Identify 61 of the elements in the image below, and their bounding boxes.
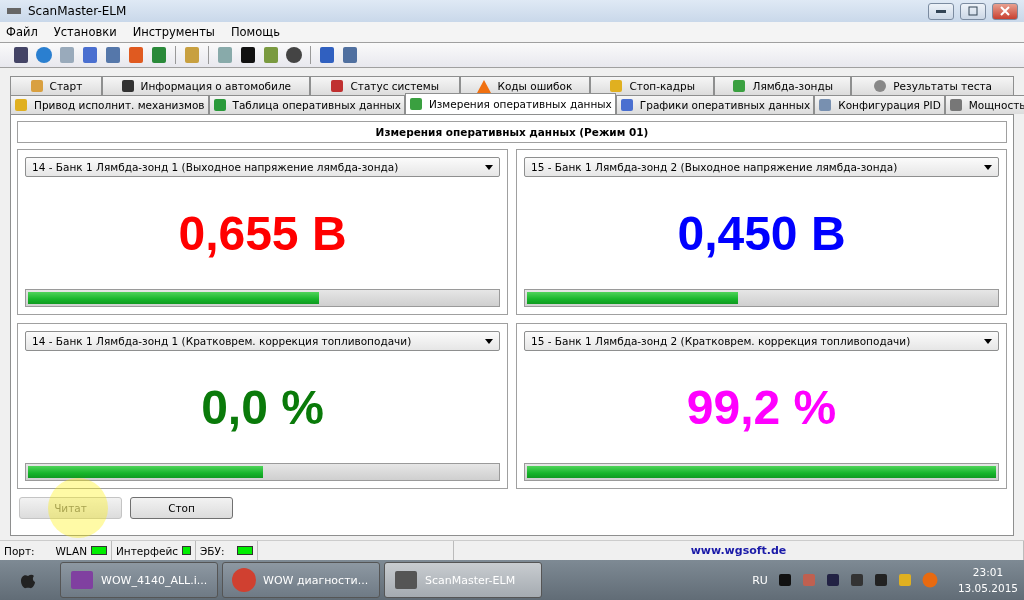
tab-label: Лямбда-зонды xyxy=(752,80,833,92)
tab-label: Статус системы xyxy=(350,80,439,92)
tab-label: Измерения оперативных данных xyxy=(428,98,612,110)
website-link[interactable]: www.wgsoft.de xyxy=(690,544,787,557)
clock-date: 13.05.2015 xyxy=(957,582,1018,594)
panel-title: Измерения оперативных данных (Режим 01) xyxy=(17,121,1007,143)
restore-button[interactable] xyxy=(960,2,986,20)
tab[interactable]: Таблица оперативных данных xyxy=(208,95,405,114)
status-label: ЭБУ: xyxy=(200,544,226,557)
taskbar-button[interactable]: WOW диагности... xyxy=(222,562,380,598)
reading-value: 0,655 В xyxy=(178,205,347,261)
tab-label: Таблица оперативных данных xyxy=(232,99,401,111)
menu-item[interactable]: Помощь xyxy=(230,25,280,39)
tab[interactable]: Лямбда-зонды xyxy=(714,76,852,95)
tab[interactable]: Измерения оперативных данных xyxy=(404,93,616,114)
sensor-dropdown[interactable]: 15 - Банк 1 Лямбда-зонд 2 (Выходное напряжение лямбда-зонда) xyxy=(524,157,999,177)
caret-icon xyxy=(984,338,992,344)
tab[interactable]: Привод исполнит. механизмов xyxy=(10,95,209,114)
reading-value: 0,450 В xyxy=(677,205,846,261)
globe-icon[interactable] xyxy=(35,46,53,64)
sensor-dropdown[interactable]: 14 - Банк 1 Лямбда-зонд 1 (Кратковрем. коррекция топливоподачи) xyxy=(25,331,500,351)
action-button[interactable]: Стоп xyxy=(130,497,233,519)
close-icon xyxy=(1000,6,1010,16)
tab-label: Конфигурация PID xyxy=(838,99,941,111)
tab[interactable]: Конфигурация PID xyxy=(814,95,945,114)
caret-icon xyxy=(984,164,992,170)
sensor-dropdown[interactable]: 15 - Банк 1 Лямбда-зонд 2 (Кратковрем. коррекция топливоподачи) xyxy=(524,331,999,351)
close-button[interactable] xyxy=(992,2,1018,20)
caret-icon xyxy=(485,338,493,344)
tab-label: Старт xyxy=(49,80,83,92)
status-label: WLAN xyxy=(55,544,87,557)
tab[interactable]: Статус системы xyxy=(309,76,460,95)
menu-item[interactable]: Файл xyxy=(6,25,38,39)
caret-icon xyxy=(485,164,493,170)
tab[interactable]: Информация о автомобиле xyxy=(101,76,310,95)
minimize-icon xyxy=(936,9,946,13)
tab[interactable]: Результаты теста xyxy=(851,76,1014,95)
tab-label: Результаты теста xyxy=(893,80,992,92)
menu-item[interactable]: Инструменты xyxy=(132,25,215,39)
tab-label: Графики оперативных данных xyxy=(639,99,811,111)
tab-label: Информация о автомобиле xyxy=(140,80,292,92)
tab[interactable]: Стоп-кадры xyxy=(590,76,715,95)
window-title: ScanMaster-ELM xyxy=(28,4,128,18)
sensor-dropdown[interactable]: 14 - Банк 1 Лямбда-зонд 1 (Выходное напряжение лямбда-зонда) xyxy=(25,157,500,177)
status-label: Интерфейс xyxy=(116,544,178,557)
tab[interactable]: Старт xyxy=(10,76,102,95)
tab-label: Мощность xyxy=(968,99,1024,111)
minimize-button[interactable] xyxy=(928,2,954,20)
reading-value: 0,0 % xyxy=(201,379,324,435)
tab[interactable]: Мощность xyxy=(944,95,1024,114)
language-indicator[interactable]: RU xyxy=(752,573,768,587)
tab-label: Привод исполнит. механизмов xyxy=(34,99,205,111)
tab[interactable]: Графики оперативных данных xyxy=(615,95,815,114)
reading-value: 99,2 % xyxy=(686,379,837,435)
tab-label: Стоп-кадры xyxy=(629,80,695,92)
cursor-highlight xyxy=(48,478,108,538)
status-label: Порт: xyxy=(4,544,36,557)
tab-label: Коды ошибок xyxy=(497,80,573,92)
clock-time: 23:01 xyxy=(972,566,1004,578)
menu-item[interactable]: Установки xyxy=(53,25,117,39)
restore-icon xyxy=(968,6,978,16)
